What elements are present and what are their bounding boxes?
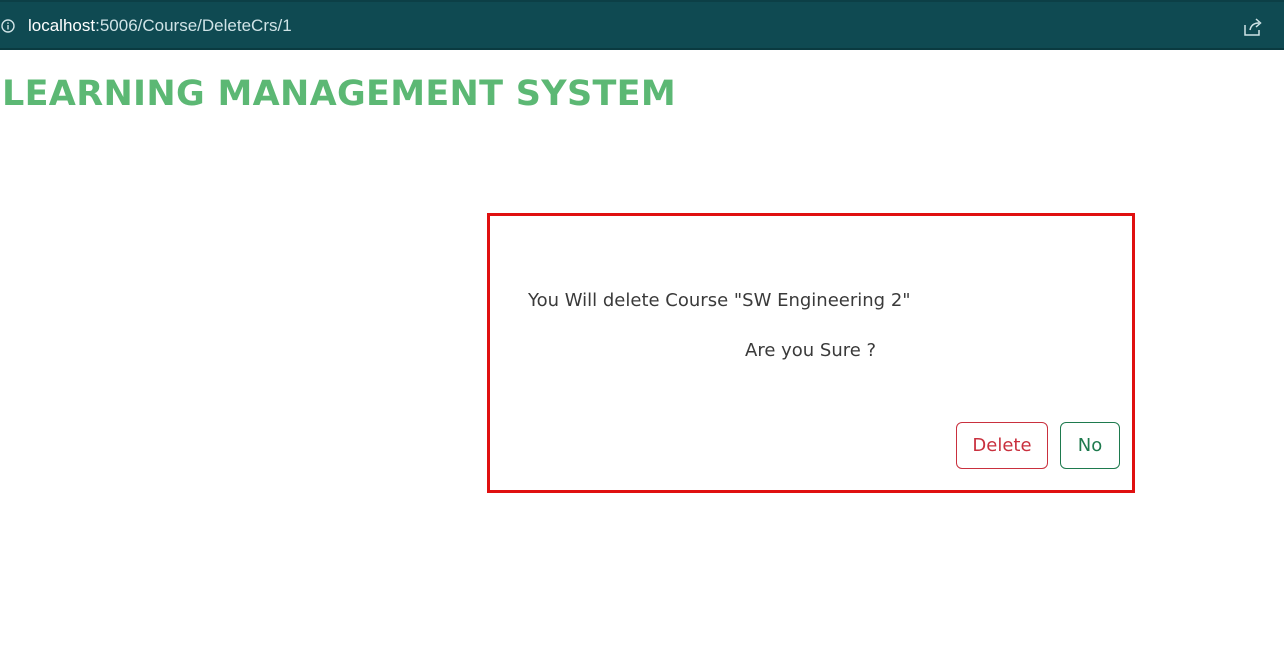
url-path: :5006/Course/DeleteCrs/1 bbox=[95, 16, 292, 35]
address-bar[interactable]: localhost:5006/Course/DeleteCrs/1 bbox=[0, 0, 1284, 50]
info-icon[interactable] bbox=[1, 18, 15, 33]
no-button[interactable]: No bbox=[1060, 422, 1120, 469]
delete-message: You Will delete Course "SW Engineering 2… bbox=[528, 290, 911, 311]
delete-button[interactable]: Delete bbox=[956, 422, 1048, 469]
share-icon[interactable] bbox=[1242, 17, 1264, 37]
confirm-question: Are you Sure ? bbox=[745, 340, 877, 361]
url-text[interactable]: localhost:5006/Course/DeleteCrs/1 bbox=[28, 16, 292, 36]
app-title: LEARNING MANAGEMENT SYSTEM bbox=[2, 74, 676, 114]
url-host: localhost bbox=[28, 16, 96, 35]
delete-confirmation-box: You Will delete Course "SW Engineering 2… bbox=[487, 213, 1135, 493]
